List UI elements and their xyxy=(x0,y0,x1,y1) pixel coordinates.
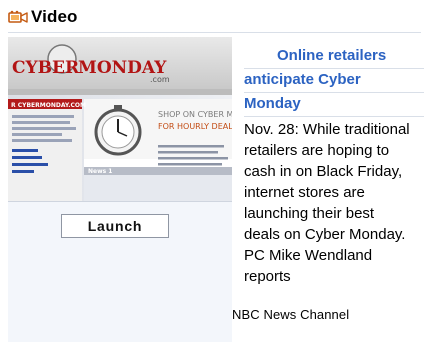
thumb-site-label: R CYBERMONDAY.COM xyxy=(11,102,86,109)
summary-line: Nov. 28: While traditional xyxy=(244,121,410,138)
video-thumbnail[interactable]: CYBER MONDAY .com R CYBERMONDAY.COM SHOP… xyxy=(8,37,232,202)
story-column: Online retailers anticipate Cyber Monday… xyxy=(244,45,424,287)
story-summary: Nov. 28: While traditional retailers are… xyxy=(244,119,424,287)
widget-title: Video xyxy=(31,7,78,26)
summary-line: internet stores are xyxy=(244,184,365,201)
header-divider xyxy=(8,32,421,33)
banner-sub-text: .com xyxy=(150,75,170,84)
video-camera-icon xyxy=(8,10,28,24)
headline-line: Monday xyxy=(244,93,424,117)
summary-line: cash in on Black Friday, xyxy=(244,163,403,180)
video-widget: Video CYBER MONDAY .com R CYBERMONDAY.CO… xyxy=(0,0,427,348)
summary-line: launching their best xyxy=(244,205,375,222)
summary-line: retailers are hoping to xyxy=(244,142,390,159)
launch-button[interactable]: Launch xyxy=(61,214,169,238)
banner-left-text: CYBER xyxy=(12,58,80,78)
story-headline-link[interactable]: Online retailers anticipate Cyber Monday xyxy=(244,45,424,117)
thumbnail-image: CYBER MONDAY .com R CYBERMONDAY.COM SHOP… xyxy=(8,37,232,201)
thumb-panel-title: SHOP ON CYBER M xyxy=(158,110,232,119)
summary-line: PC Mike Wendland xyxy=(244,247,373,264)
headline-line: Online retailers xyxy=(244,45,424,69)
widget-header: Video xyxy=(8,6,77,28)
source-label: NBC News Channel xyxy=(232,307,350,322)
summary-line: deals on Cyber Monday. xyxy=(244,226,406,243)
summary-line: reports xyxy=(244,268,291,285)
thumb-panel-title-2: FOR HOURLY DEAL xyxy=(158,122,232,131)
headline-line: anticipate Cyber xyxy=(244,69,424,93)
thumb-news-label: News 1 xyxy=(88,168,112,175)
